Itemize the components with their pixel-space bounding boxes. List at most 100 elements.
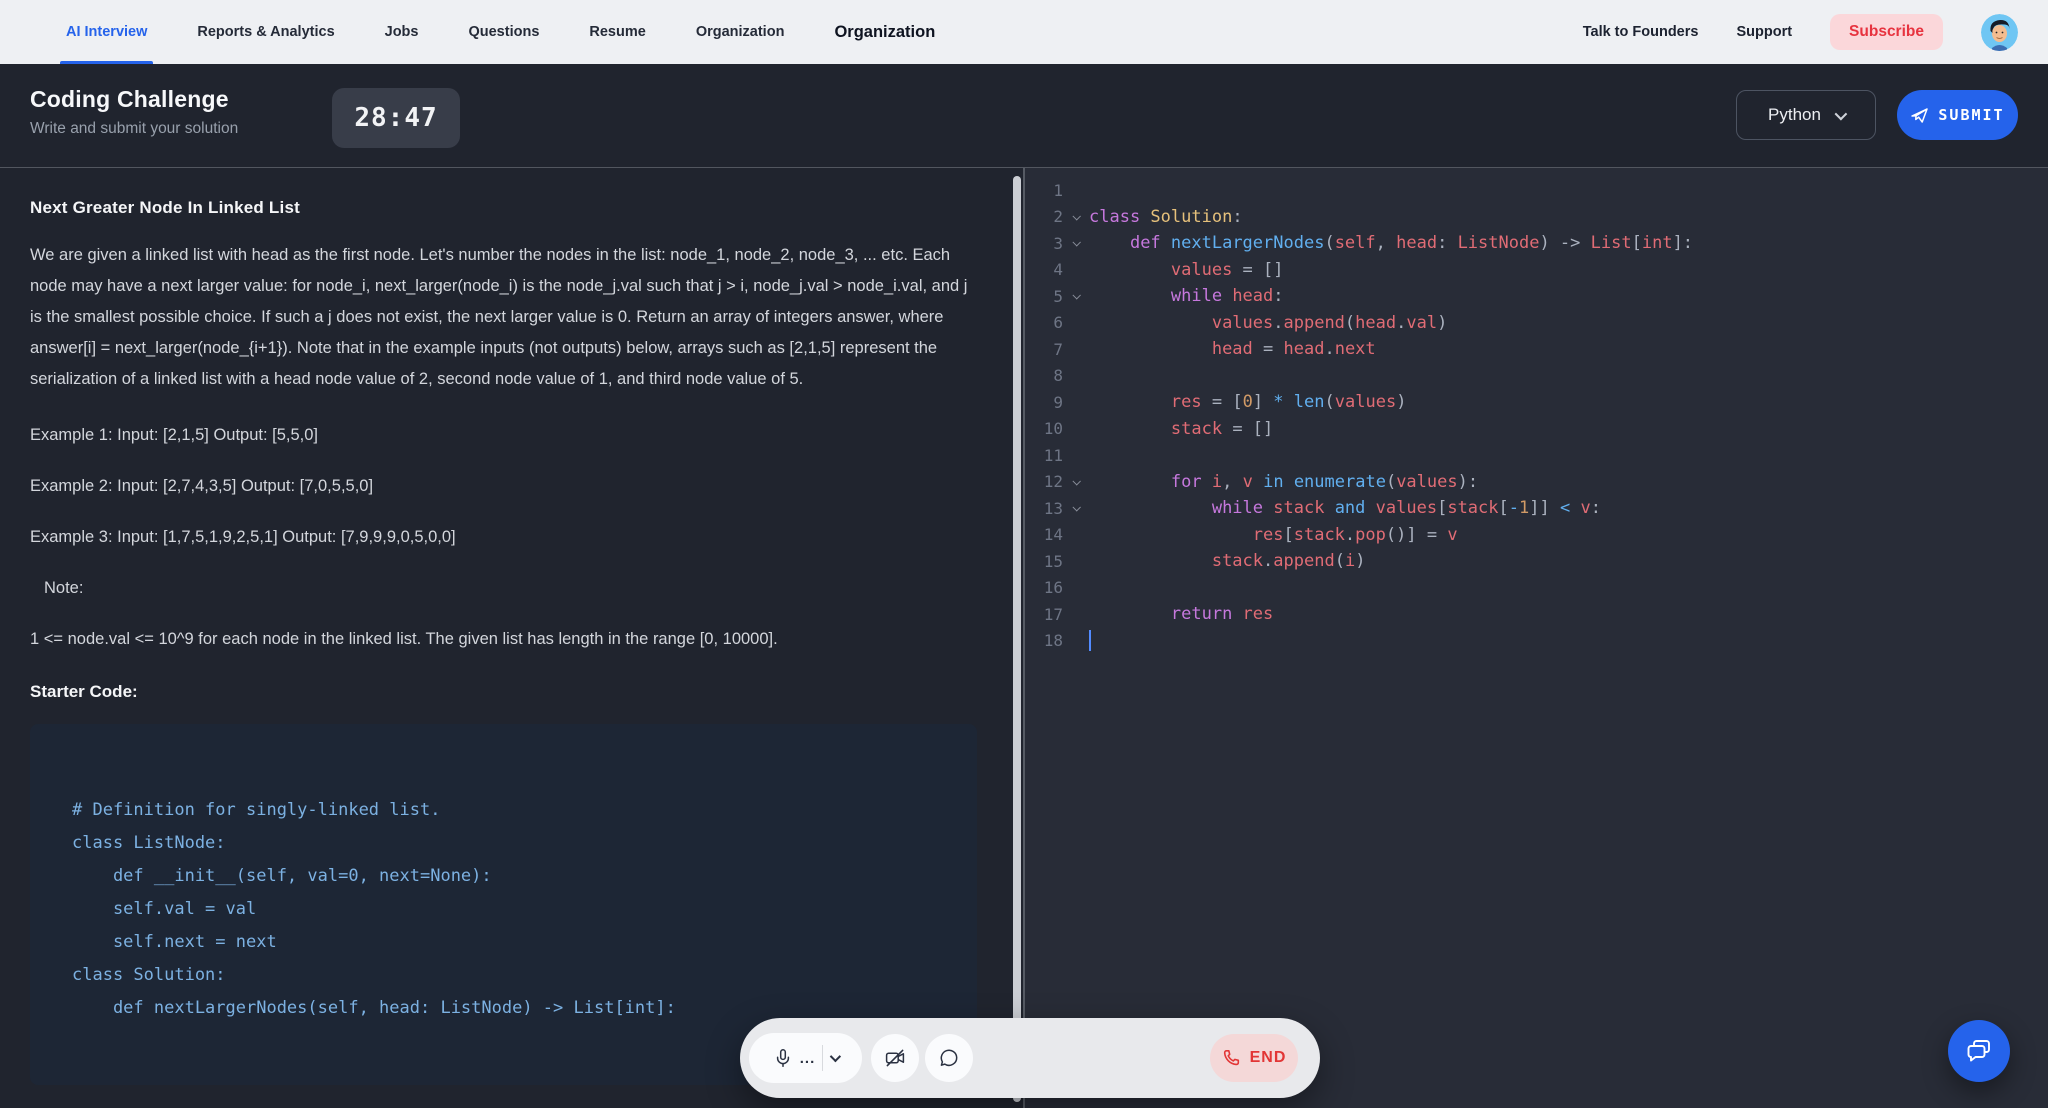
panel-scrollbar[interactable] xyxy=(1013,176,1021,1102)
example-3: Example 3: Input: [1,7,5,1,9,2,5,1] Outp… xyxy=(30,527,983,548)
line-number: 5 xyxy=(1025,287,1063,306)
chat-fab-button[interactable] xyxy=(1948,1020,2010,1082)
countdown-timer: 28:47 xyxy=(332,88,460,148)
nav-right: Talk to Founders Support Subscribe xyxy=(1583,0,2048,64)
code-text xyxy=(1089,630,1091,651)
line-number: 4 xyxy=(1025,260,1063,279)
avatar-image xyxy=(1981,14,2018,51)
chevron-down-icon xyxy=(1835,107,1848,120)
fold-chevron-icon[interactable] xyxy=(1063,479,1089,485)
code-text: return res xyxy=(1089,604,1273,624)
end-call-button[interactable]: END xyxy=(1210,1034,1298,1082)
line-number: 16 xyxy=(1025,578,1063,597)
line-number: 2 xyxy=(1025,207,1063,226)
fold-chevron-icon[interactable] xyxy=(1063,293,1089,299)
top-nav: AI Interview Reports & Analytics Jobs Quest… xyxy=(0,0,2048,64)
fold-chevron-icon[interactable] xyxy=(1063,505,1089,511)
editor-line-4: 4 values = [] xyxy=(1025,257,2048,284)
editor-line-16: 16 xyxy=(1025,575,2048,602)
submit-button[interactable]: SUBMIT xyxy=(1897,90,2018,140)
nav-item-resume[interactable]: Resume xyxy=(589,0,645,64)
language-select[interactable]: Python xyxy=(1736,90,1876,140)
editor-line-13: 13 while stack and values[stack[-1]] < v… xyxy=(1025,495,2048,522)
challenge-header: Coding Challenge Write and submit your s… xyxy=(0,64,2048,168)
code-text: class Solution: xyxy=(1089,207,1243,227)
nav-link-talk-to-founders[interactable]: Talk to Founders xyxy=(1583,24,1699,40)
editor-line-15: 15 stack.append(i) xyxy=(1025,548,2048,575)
paper-plane-icon xyxy=(1910,106,1929,125)
code-text: stack = [] xyxy=(1089,419,1273,439)
nav-item-organization[interactable]: Organization xyxy=(696,0,785,64)
editor-line-8: 8 xyxy=(1025,363,2048,390)
editor-line-3: 3 def nextLargerNodes(self, head: ListNo… xyxy=(1025,230,2048,257)
line-number: 6 xyxy=(1025,313,1063,332)
editor-line-7: 7 head = head.next xyxy=(1025,336,2048,363)
mic-more-dots: ... xyxy=(800,1050,816,1067)
code-editor[interactable]: 12class Solution:3 def nextLargerNodes(s… xyxy=(1025,168,2048,1108)
line-number: 9 xyxy=(1025,393,1063,412)
line-number: 13 xyxy=(1025,499,1063,518)
page-title: Coding Challenge xyxy=(30,86,238,113)
editor-line-10: 10 stack = [] xyxy=(1025,416,2048,443)
camera-off-icon xyxy=(884,1047,906,1069)
editor-line-1: 1 xyxy=(1025,177,2048,204)
call-control-bar: ... END xyxy=(740,1018,1320,1098)
header-titles: Coding Challenge Write and submit your s… xyxy=(30,86,238,138)
nav-item-ai-interview[interactable]: AI Interview xyxy=(66,0,147,64)
nav-item-questions[interactable]: Questions xyxy=(468,0,539,64)
fold-chevron-icon[interactable] xyxy=(1063,214,1089,220)
nav-item-jobs[interactable]: Jobs xyxy=(385,0,419,64)
avatar[interactable] xyxy=(1981,14,2018,51)
editor-line-6: 6 values.append(head.val) xyxy=(1025,310,2048,337)
constraint-text: 1 <= node.val <= 10^9 for each node in t… xyxy=(30,630,983,649)
nav-link-support[interactable]: Support xyxy=(1736,24,1792,40)
code-text: while stack and values[stack[-1]] < v: xyxy=(1089,498,1601,518)
editor-line-14: 14 res[stack.pop()] = v xyxy=(1025,522,2048,549)
editor-line-11: 11 xyxy=(1025,442,2048,469)
problem-title: Next Greater Node In Linked List xyxy=(30,198,983,218)
code-text: stack.append(i) xyxy=(1089,551,1365,571)
starter-code: # Definition for singly-linked list. cla… xyxy=(72,794,935,1025)
example-2: Example 2: Input: [2,7,4,3,5] Output: [7… xyxy=(30,476,983,497)
line-number: 11 xyxy=(1025,446,1063,465)
code-text: values = [] xyxy=(1089,260,1284,280)
microphone-icon xyxy=(773,1048,793,1068)
note-label: Note: xyxy=(30,579,983,598)
end-call-label: END xyxy=(1250,1049,1287,1067)
code-text: def nextLargerNodes(self, head: ListNode… xyxy=(1089,233,1693,253)
line-number: 12 xyxy=(1025,472,1063,491)
line-number: 1 xyxy=(1025,181,1063,200)
double-chat-icon xyxy=(1964,1036,1994,1066)
line-number: 18 xyxy=(1025,631,1063,650)
mic-separator xyxy=(822,1045,823,1071)
starter-code-label: Starter Code: xyxy=(30,682,983,702)
phone-icon xyxy=(1222,1048,1242,1068)
line-number: 7 xyxy=(1025,340,1063,359)
nav-item-reports-analytics[interactable]: Reports & Analytics xyxy=(197,0,334,64)
nav-item-organization-bold[interactable]: Organization xyxy=(834,0,935,64)
submit-label: SUBMIT xyxy=(1938,106,2004,124)
problem-description: We are given a linked list with head as … xyxy=(30,240,983,395)
editor-line-2: 2 class Solution: xyxy=(1025,204,2048,231)
code-text: while head: xyxy=(1089,286,1284,306)
mic-control-group[interactable]: ... xyxy=(749,1033,862,1083)
line-number: 8 xyxy=(1025,366,1063,385)
code-text: res[stack.pop()] = v xyxy=(1089,525,1458,545)
editor-line-17: 17 return res xyxy=(1025,601,2048,628)
camera-off-button[interactable] xyxy=(871,1034,919,1082)
editor-lines: 12class Solution:3 def nextLargerNodes(s… xyxy=(1025,177,2048,654)
line-number: 3 xyxy=(1025,234,1063,253)
nav-items: AI Interview Reports & Analytics Jobs Quest… xyxy=(0,0,935,64)
code-text: res = [0] * len(values) xyxy=(1089,392,1406,412)
mic-chevron-down-icon xyxy=(830,1051,841,1062)
text-cursor xyxy=(1089,630,1091,651)
code-text: values.append(head.val) xyxy=(1089,313,1447,333)
line-number: 17 xyxy=(1025,605,1063,624)
chat-button[interactable] xyxy=(925,1034,973,1082)
page-subtitle: Write and submit your solution xyxy=(30,120,238,138)
chat-bubble-icon xyxy=(938,1047,960,1069)
editor-line-18: 18 xyxy=(1025,628,2048,655)
fold-chevron-icon[interactable] xyxy=(1063,240,1089,246)
editor-line-9: 9 res = [0] * len(values) xyxy=(1025,389,2048,416)
subscribe-button[interactable]: Subscribe xyxy=(1830,14,1943,50)
